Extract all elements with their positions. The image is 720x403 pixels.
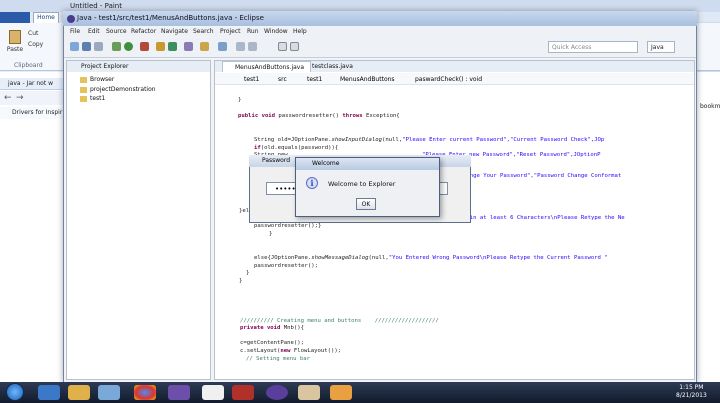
forward-arrow-icon[interactable]: → (16, 93, 26, 103)
menu-window[interactable]: Window (264, 28, 288, 35)
acrobat-taskbar-icon[interactable] (232, 385, 254, 400)
code-line: else{JOptionPane.showMessageDialog(null,… (254, 255, 608, 261)
debug-icon[interactable] (112, 42, 121, 51)
print-icon[interactable] (94, 42, 103, 51)
code-line: if(old.equals(password)){ (254, 145, 339, 151)
tree-item-test1[interactable]: test1 (80, 95, 105, 102)
tree-item-label: Browser (90, 76, 115, 83)
menu-run[interactable]: Run (247, 28, 259, 35)
code-line: passwordresetter();} (254, 223, 322, 229)
run-icon[interactable] (124, 42, 133, 51)
paste-label: Paste (6, 46, 24, 53)
code-line: passwordresetter(); (254, 263, 318, 269)
menu-project[interactable]: Project (220, 28, 241, 35)
code-line: private void Mnb(){ (240, 325, 304, 331)
paste-button[interactable]: Paste (6, 30, 24, 60)
clock-time: 1:15 PM (679, 384, 704, 391)
project-explorer-tab[interactable]: Project Explorer (67, 61, 210, 72)
code-line: tain at least 6 Characters\nPlease Retyp… (463, 215, 625, 221)
code-line: String old=JOptionPane.showInputDialog(n… (254, 137, 605, 143)
java-taskbar-icon[interactable] (298, 385, 320, 400)
new-class-icon[interactable] (168, 42, 177, 51)
tree-item-browser[interactable]: Browser (80, 76, 114, 83)
project-folder-icon (80, 76, 87, 83)
code-line: } (238, 97, 242, 103)
menu-navigate[interactable]: Navigate (161, 28, 188, 35)
clipboard-icon (9, 30, 21, 44)
search-icon[interactable] (200, 42, 209, 51)
clipboard-group-label: Clipboard (14, 62, 43, 69)
bookmarks-label: bookma (700, 103, 720, 110)
favorites-item[interactable]: Drivers for Inspir (0, 107, 68, 119)
breadcrumb-item[interactable]: paswardCheck() : void (415, 76, 482, 83)
ie-taskbar-icon[interactable] (38, 385, 60, 400)
annotation-icon[interactable] (218, 42, 227, 51)
tree-item-label: projectDemonstration (90, 86, 156, 93)
code-line: public void passwordresetter() throws Ex… (238, 113, 400, 119)
eclipse-title-bar: Java - test1/src/test1/MenusAndButtons.j… (63, 11, 697, 26)
info-icon: i (306, 177, 318, 189)
code-line: c=getContentPane(); (240, 340, 304, 346)
paint-taskbar-icon[interactable] (202, 385, 224, 400)
new-package-icon[interactable] (156, 42, 165, 51)
eclipse-app-icon (67, 15, 75, 23)
code-line: }el (239, 208, 250, 214)
menu-refactor[interactable]: Refactor (131, 28, 156, 35)
breadcrumb-item[interactable]: test1 (244, 76, 259, 83)
show-whitespace-icon[interactable] (290, 42, 299, 51)
java-perspective-button[interactable]: Java (647, 41, 675, 53)
breadcrumb-item[interactable]: src (278, 76, 287, 83)
clock-date: 8/21/2013 (676, 392, 707, 399)
system-clock[interactable]: 1:15 PM 8/21/2013 (676, 384, 707, 400)
tab-testclass[interactable]: testclass.java (300, 61, 359, 72)
back-history-icon[interactable] (236, 42, 245, 51)
open-type-icon[interactable] (184, 42, 193, 51)
quick-access-input[interactable]: Quick Access (548, 41, 638, 53)
paint-home-tab[interactable]: Home (33, 12, 59, 23)
forward-history-icon[interactable] (248, 42, 257, 51)
welcome-dialog-title: Welcome (296, 158, 439, 170)
menu-bar (64, 27, 696, 37)
toggle-mark-icon[interactable] (278, 42, 287, 51)
project-folder-icon (80, 86, 87, 93)
external-tools-icon[interactable] (140, 42, 149, 51)
media-taskbar-icon[interactable] (98, 385, 120, 400)
back-arrow-icon[interactable]: ← (4, 93, 14, 103)
breadcrumb-item[interactable]: MenusAndButtons (340, 76, 395, 83)
visual-studio-taskbar-icon[interactable] (168, 385, 190, 400)
code-comment: // Setting menu bar (246, 356, 310, 362)
browser-tab[interactable]: java - Jar not w (0, 78, 68, 90)
menu-file[interactable]: File (70, 28, 80, 35)
java-console-taskbar-icon[interactable] (330, 385, 352, 400)
chrome-taskbar-icon[interactable] (134, 385, 156, 400)
menu-help[interactable]: Help (293, 28, 307, 35)
code-line: } (269, 231, 273, 237)
menu-source[interactable]: Source (106, 28, 127, 35)
start-button[interactable] (6, 383, 24, 401)
tab-menusandbuttons[interactable]: MenusAndButtons.java (222, 61, 312, 72)
tree-item-label: test1 (90, 95, 106, 102)
cut-button[interactable]: Cut (28, 30, 38, 37)
code-line: c.setLayout(new FlowLayout()); (240, 348, 342, 354)
code-comment: ////////// Creating menu and buttons ///… (240, 318, 439, 324)
menu-edit[interactable]: Edit (88, 28, 100, 35)
eclipse-taskbar-icon[interactable] (266, 385, 288, 400)
background-window-strip (696, 72, 720, 382)
menu-search[interactable]: Search (193, 28, 214, 35)
code-line: } (239, 278, 243, 284)
project-explorer-panel (66, 60, 211, 380)
project-folder-icon (80, 95, 87, 102)
code-line: hange Your Password","Password Change Co… (463, 173, 622, 179)
code-line: } (246, 270, 250, 276)
explorer-taskbar-icon[interactable] (68, 385, 90, 400)
copy-button[interactable]: Copy (28, 41, 43, 48)
ok-button[interactable]: OK (356, 198, 376, 210)
save-icon[interactable] (82, 42, 91, 51)
tree-item-projectdemonstration[interactable]: projectDemonstration (80, 86, 156, 93)
new-icon[interactable] (70, 42, 79, 51)
welcome-message: Welcome to Explorer (328, 180, 396, 188)
breadcrumb-item[interactable]: test1 (307, 76, 322, 83)
paint-file-menu-button[interactable] (0, 12, 30, 23)
